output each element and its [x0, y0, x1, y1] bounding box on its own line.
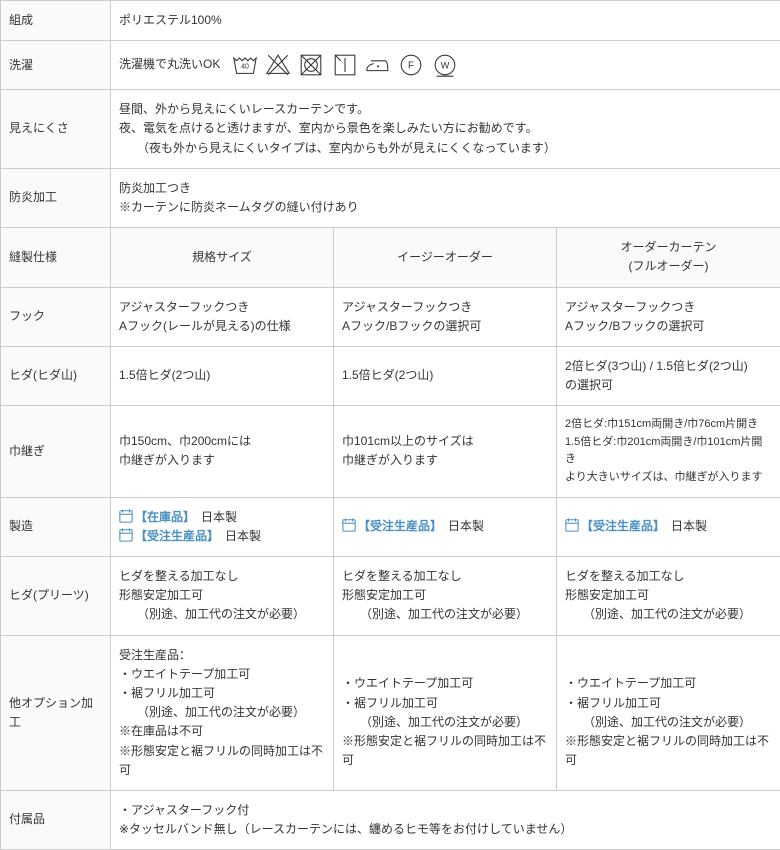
col-easy: イージーオーダー — [334, 228, 557, 287]
row-seam: 巾継ぎ 巾150cm、巾200cmには巾継ぎが入ります 巾101cm以上のサイズ… — [1, 406, 780, 497]
pleat-c1: ヒダを整える加工なし形態安定加工可（別途、加工代の注文が必要） — [111, 557, 334, 636]
svg-text:W: W — [440, 61, 449, 71]
label-manufacture: 製造 — [1, 497, 111, 556]
wash-text: 洗濯機で丸洗いOK — [119, 57, 220, 71]
no-bleach-icon — [264, 51, 292, 79]
value-accessory: ・アジャスターフック付 ※タッセルバンド無し（レースカーテンには、纏めるヒモ等を… — [111, 790, 780, 849]
care-symbols: 40 F W — [230, 51, 460, 79]
row-manufacture: 製造 【在庫品】 日本製 【受注生産品】 日本製 【受注生産品】 日本製 【受注… — [1, 497, 780, 556]
col-full-a: オーダーカーテン — [621, 240, 717, 254]
pm-c1: 1.5倍ヒダ(2つ山) — [111, 346, 334, 405]
row-pleat: ヒダ(プリーツ) ヒダを整える加工なし形態安定加工可（別途、加工代の注文が必要）… — [1, 557, 780, 636]
label-wash: 洗濯 — [1, 41, 111, 90]
stock-tag: 【在庫品】 — [135, 510, 189, 524]
dry-shade-icon — [331, 51, 359, 79]
row-spec-header: 縫製仕様 規格サイズ イージーオーダー オーダーカーテン (フルオーダー) — [1, 228, 780, 287]
pleat-c2: ヒダを整える加工なし形態安定加工可（別途、加工代の注文が必要） — [334, 557, 557, 636]
acc-line1: ・アジャスターフック付 — [119, 803, 249, 817]
fire-line1: 防炎加工つき — [119, 181, 191, 195]
value-visibility: 昼間、外から見えにくいレースカーテンです。 夜、電気を点けると透けますが、室内か… — [111, 90, 780, 169]
label-seam: 巾継ぎ — [1, 406, 111, 497]
mfg-c3: 【受注生産品】 日本製 — [557, 497, 780, 556]
dryclean-f-icon: F — [397, 51, 425, 79]
svg-text:40: 40 — [241, 64, 249, 71]
hook-c1: アジャスターフックつきAフック(レールが見える)の仕様 — [111, 287, 334, 346]
mfg-c1: 【在庫品】 日本製 【受注生産品】 日本製 — [111, 497, 334, 556]
pm-c2: 1.5倍ヒダ(2つ山) — [334, 346, 557, 405]
calendar-icon — [342, 518, 356, 532]
label-pleat: ヒダ(プリーツ) — [1, 557, 111, 636]
seam-c2: 巾101cm以上のサイズは巾継ぎが入ります — [334, 406, 557, 497]
value-wash: 洗濯機で丸洗いOK 40 F W — [111, 41, 780, 90]
vis-line1: 昼間、外から見えにくいレースカーテンです。 — [119, 102, 369, 116]
vis-line2: 夜、電気を点けると透けますが、室内から景色を楽しみたい方にお勧めです。 — [119, 121, 538, 135]
made-jp-3: 日本製 — [448, 519, 484, 533]
row-visibility: 見えにくさ 昼間、外から見えにくいレースカーテンです。 夜、電気を点けると透けま… — [1, 90, 780, 169]
made-jp-4: 日本製 — [671, 519, 707, 533]
wetclean-w-icon: W — [431, 51, 459, 79]
label-hook: フック — [1, 287, 111, 346]
vis-line3: （夜も外から見えにくいタイプは、室内からも外が見えにくくなっています） — [119, 139, 556, 158]
calendar-icon — [119, 528, 133, 542]
order-tag: 【受注生産品】 — [358, 519, 436, 533]
svg-text:F: F — [408, 61, 414, 72]
value-composition: ポリエステル100% — [111, 1, 780, 41]
row-composition: 組成 ポリエステル100% — [1, 1, 780, 41]
col-full: オーダーカーテン (フルオーダー) — [557, 228, 780, 287]
calendar-icon — [119, 509, 133, 523]
label-composition: 組成 — [1, 1, 111, 41]
order-tag: 【受注生産品】 — [581, 519, 659, 533]
row-pleat-mountain: ヒダ(ヒダ山) 1.5倍ヒダ(2つ山) 1.5倍ヒダ(2つ山) 2倍ヒダ(3つ山… — [1, 346, 780, 405]
pleat-c3: ヒダを整える加工なし形態安定加工可（別途、加工代の注文が必要） — [557, 557, 780, 636]
label-visibility: 見えにくさ — [1, 90, 111, 169]
row-fireproof: 防炎加工 防炎加工つき ※カーテンに防炎ネームタグの縫い付けあり — [1, 168, 780, 227]
wash-40-icon: 40 — [231, 51, 259, 79]
row-wash: 洗濯 洗濯機で丸洗いOK 40 F W — [1, 41, 780, 90]
hook-c3: アジャスターフックつきAフック/Bフックの選択可 — [557, 287, 780, 346]
made-jp-2: 日本製 — [225, 529, 261, 543]
label-pleat-mountain: ヒダ(ヒダ山) — [1, 346, 111, 405]
made-jp-1: 日本製 — [201, 510, 237, 524]
label-accessory: 付属品 — [1, 790, 111, 849]
row-accessory: 付属品 ・アジャスターフック付 ※タッセルバンド無し（レースカーテンには、纏める… — [1, 790, 780, 849]
seam-c3: 2倍ヒダ:巾151cm両開き/巾76cm片開き1.5倍ヒダ:巾201cm両開き/… — [557, 406, 780, 497]
row-hook: フック アジャスターフックつきAフック(レールが見える)の仕様 アジャスターフッ… — [1, 287, 780, 346]
value-fireproof: 防炎加工つき ※カーテンに防炎ネームタグの縫い付けあり — [111, 168, 780, 227]
mfg-c2: 【受注生産品】 日本製 — [334, 497, 557, 556]
label-spec: 縫製仕様 — [1, 228, 111, 287]
label-fireproof: 防炎加工 — [1, 168, 111, 227]
seam-c1: 巾150cm、巾200cmには巾継ぎが入ります — [111, 406, 334, 497]
acc-line2: ※タッセルバンド無し（レースカーテンには、纏めるヒモ等をお付けしていません） — [119, 822, 572, 836]
pm-c3: 2倍ヒダ(3つ山) / 1.5倍ヒダ(2つ山)の選択可 — [557, 346, 780, 405]
no-tumble-icon — [297, 51, 325, 79]
col-full-b: (フルオーダー) — [629, 259, 709, 273]
col-standard: 規格サイズ — [111, 228, 334, 287]
order-tag: 【受注生産品】 — [135, 529, 213, 543]
iron-low-icon — [364, 51, 392, 79]
spec-table: 組成 ポリエステル100% 洗濯 洗濯機で丸洗いOK 40 F W 見えにくさ … — [0, 0, 780, 850]
hook-c2: アジャスターフックつきAフック/Bフックの選択可 — [334, 287, 557, 346]
calendar-icon — [565, 518, 579, 532]
fire-line2: ※カーテンに防炎ネームタグの縫い付けあり — [119, 200, 359, 214]
